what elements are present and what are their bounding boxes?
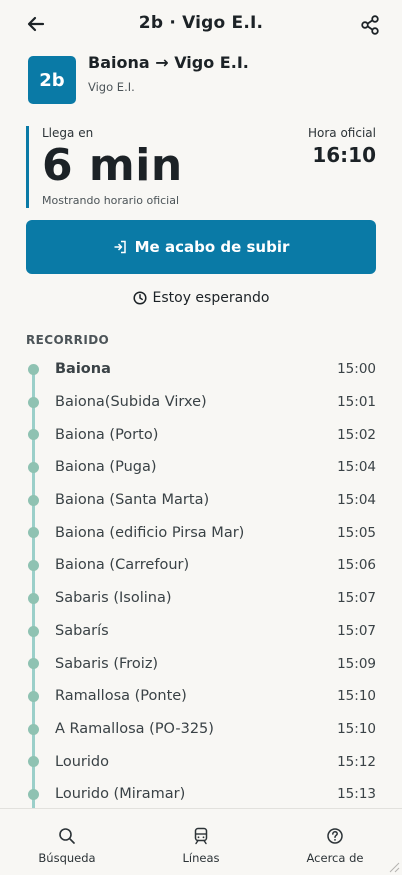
official-time-label: Hora oficial	[308, 126, 376, 140]
app-screen: 2b · Vigo E.I. 2b Baiona → Vigo E.I. Vig…	[0, 0, 402, 875]
share-button[interactable]	[358, 13, 382, 37]
stop-name: Ramallosa (Ponte)	[55, 688, 187, 705]
stop-row[interactable]: Baiona 15:00	[0, 353, 402, 386]
bottom-nav: Búsqueda Líneas Acerca de	[0, 808, 402, 875]
login-icon	[114, 240, 126, 254]
stop-row[interactable]: Sabaris (Froiz) 15:09	[0, 647, 402, 680]
just-boarded-label: Me acabo de subir	[134, 238, 290, 256]
section-title: RECORRIDO	[26, 333, 110, 347]
stop-name: Lourido	[55, 753, 109, 770]
stop-row[interactable]: Ramallosa (Ponte) 15:10	[0, 680, 402, 713]
resize-grip-icon	[389, 862, 400, 873]
stop-row[interactable]: Sabarís 15:07	[0, 615, 402, 648]
stop-dot	[28, 658, 39, 670]
stop-name: Baiona (Carrefour)	[55, 557, 190, 574]
stop-dot	[28, 364, 39, 375]
arrival-panel: Llega en 6 min Mostrando horario oficial…	[26, 126, 376, 208]
stop-list[interactable]: Baiona 15:00 Baiona(Subida Virxe) 15:01 …	[0, 353, 402, 808]
nav-search[interactable]: Búsqueda	[17, 827, 117, 865]
waiting-button[interactable]: Estoy esperando	[0, 290, 402, 306]
stop-row[interactable]: Lourido (Miramar) 15:13	[0, 778, 402, 808]
stop-time: 15:02	[337, 426, 376, 443]
route-name: Baiona → Vigo E.I.	[88, 53, 249, 72]
route-badge: 2b	[28, 56, 76, 104]
stop-name: A Ramallosa (PO-325)	[55, 720, 214, 737]
stop-row[interactable]: A Ramallosa (PO-325) 15:10	[0, 713, 402, 746]
stop-time: 15:01	[337, 394, 376, 411]
stop-dot	[28, 527, 39, 539]
stop-dot	[28, 560, 39, 572]
stop-dot	[28, 592, 39, 604]
arrival-value: 6 min	[42, 140, 183, 191]
official-time: 16:10	[312, 143, 376, 167]
arrival-label: Llega en	[42, 126, 94, 140]
stop-name: Sabarís	[55, 622, 109, 639]
stop-row[interactable]: Baiona (edificio Pirsa Mar) 15:05	[0, 516, 402, 549]
stop-row[interactable]: Baiona (Puga) 15:04	[0, 451, 402, 484]
stop-time: 15:07	[337, 590, 376, 607]
stop-time: 15:13	[337, 786, 376, 803]
train-icon	[194, 827, 208, 845]
arrival-note: Mostrando horario oficial	[42, 194, 180, 207]
just-boarded-button[interactable]: Me acabo de subir	[26, 220, 376, 274]
help-icon	[327, 828, 343, 844]
nav-about-label: Acerca de	[306, 851, 364, 865]
nav-lines-label: Líneas	[182, 851, 220, 865]
stop-time: 15:04	[337, 459, 376, 476]
waiting-label: Estoy esperando	[152, 290, 270, 306]
share-icon	[361, 15, 379, 35]
stop-name: Baiona	[55, 361, 111, 378]
stop-name: Baiona (Porto)	[55, 426, 159, 443]
stop-dot	[28, 429, 39, 441]
stop-name: Baiona(Subida Virxe)	[55, 394, 207, 411]
stop-row[interactable]: Baiona (Santa Marta) 15:04	[0, 484, 402, 517]
stop-row[interactable]: Sabaris (Isolina) 15:07	[0, 582, 402, 615]
stop-time: 15:10	[337, 720, 376, 737]
stop-dot	[28, 396, 39, 408]
stop-time: 15:06	[337, 557, 376, 574]
clock-icon	[132, 291, 147, 305]
nav-about[interactable]: Acerca de	[285, 827, 385, 865]
stop-row[interactable]: Baiona (Carrefour) 15:06	[0, 549, 402, 582]
stop-dot	[28, 788, 39, 800]
stop-time: 15:09	[337, 655, 376, 672]
stop-row[interactable]: Baiona (Porto) 15:02	[0, 418, 402, 451]
stop-time: 15:07	[337, 622, 376, 639]
stop-name: Baiona (Santa Marta)	[55, 492, 210, 509]
stop-name: Sabaris (Froiz)	[55, 655, 159, 672]
stop-time: 15:04	[337, 492, 376, 509]
top-bar: 2b · Vigo E.I.	[0, 0, 402, 50]
stop-dot	[28, 723, 39, 735]
stop-name: Baiona (Puga)	[55, 459, 157, 476]
stop-row[interactable]: Baiona(Subida Virxe) 15:01	[0, 386, 402, 419]
stop-dot	[28, 625, 39, 637]
stop-row[interactable]: Lourido 15:12	[0, 745, 402, 778]
stop-time: 15:05	[337, 524, 376, 541]
stop-dot	[28, 756, 39, 768]
nav-lines[interactable]: Líneas	[151, 827, 251, 865]
stop-time: 15:00	[337, 361, 376, 378]
stop-dot	[28, 690, 39, 702]
nav-search-label: Búsqueda	[38, 851, 96, 865]
stop-time: 15:10	[337, 688, 376, 705]
search-icon	[59, 828, 75, 844]
stop-name: Sabaris (Isolina)	[55, 590, 172, 607]
stop-dot	[28, 462, 39, 474]
stop-time: 15:12	[337, 753, 376, 770]
route-operator: Vigo E.I.	[88, 80, 135, 94]
stop-name: Lourido (Miramar)	[55, 786, 186, 803]
stop-dot	[28, 494, 39, 506]
stop-name: Baiona (edificio Pirsa Mar)	[55, 524, 245, 541]
page-title: 2b · Vigo E.I.	[138, 13, 264, 33]
